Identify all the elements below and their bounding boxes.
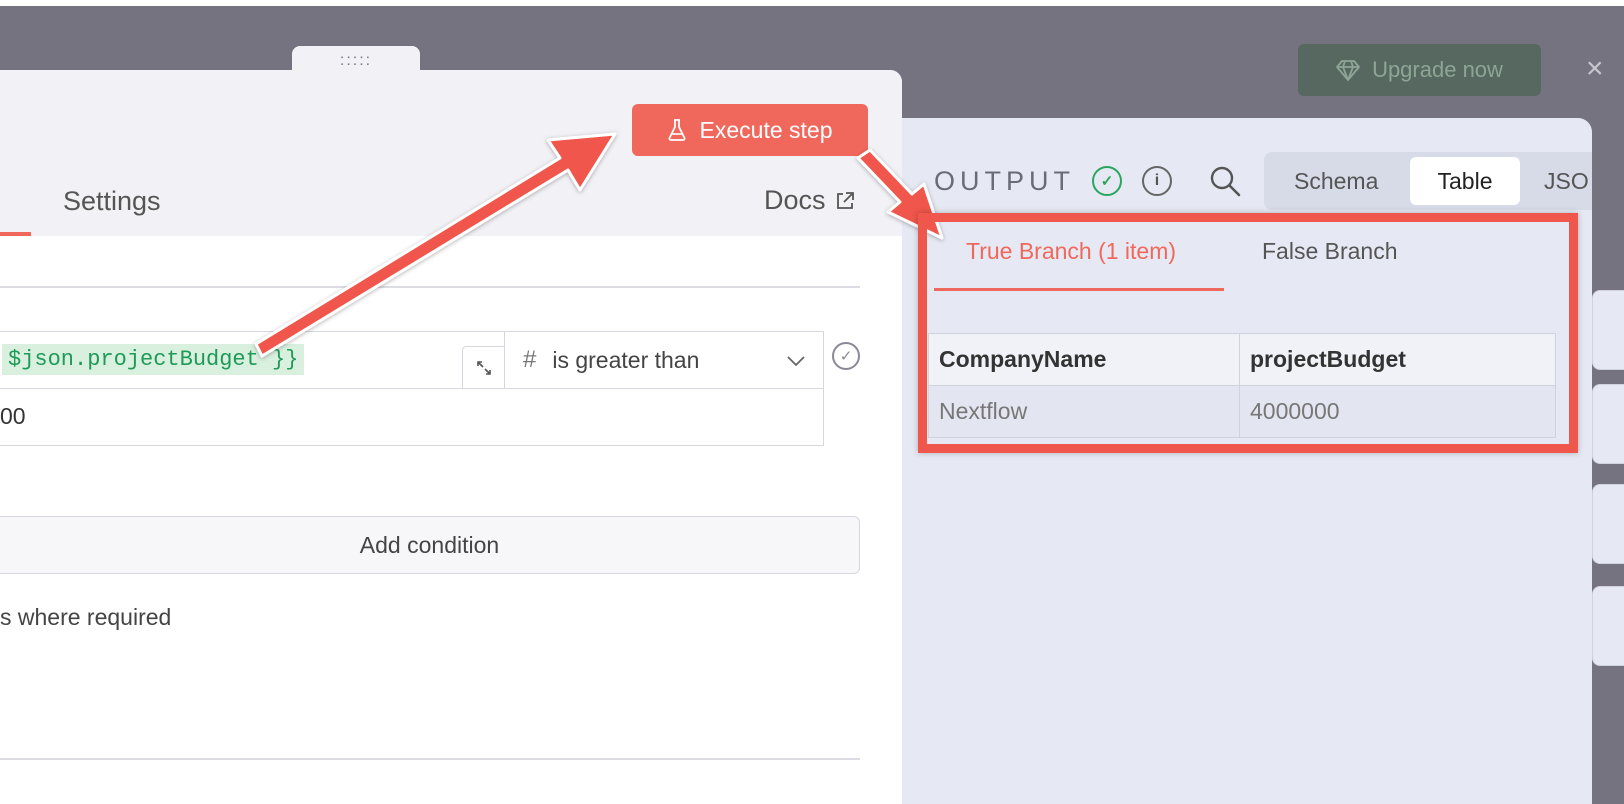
- upgrade-label: Upgrade now: [1372, 57, 1503, 82]
- view-table[interactable]: Table: [1410, 157, 1520, 205]
- flask-icon: [668, 119, 685, 141]
- divider: [0, 286, 860, 288]
- check-circle-icon[interactable]: ✓: [832, 342, 860, 370]
- tab-settings[interactable]: Settings: [63, 186, 161, 217]
- column-header: projectBudget: [1239, 333, 1556, 386]
- external-link-icon: [836, 191, 854, 209]
- execute-step-button[interactable]: Execute step: [632, 104, 868, 156]
- table-cell: 4000000: [1239, 385, 1556, 438]
- expression-text: $json.projectBudget }}: [2, 344, 305, 375]
- info-icon[interactable]: i: [1142, 166, 1172, 196]
- active-tab-indicator: [0, 232, 31, 236]
- tab-false-branch[interactable]: False Branch: [1262, 238, 1398, 265]
- docs-label: Docs: [764, 185, 826, 215]
- gem-icon: [1336, 60, 1360, 81]
- chevron-down-icon: [787, 356, 805, 367]
- view-json[interactable]: JSO: [1544, 152, 1589, 210]
- parameters-header: Execute step Settings Docs: [0, 70, 902, 236]
- output-title: OUTPUT: [934, 166, 1075, 196]
- app-screen: Upgrade now × ::::: Execute step Setting…: [0, 0, 1624, 804]
- number-type-icon: #: [523, 346, 537, 373]
- close-icon[interactable]: ×: [1586, 54, 1604, 84]
- add-condition-button[interactable]: Add condition: [0, 516, 860, 574]
- check-circle-icon: ✓: [1092, 166, 1122, 196]
- option-note: s where required: [0, 604, 172, 630]
- output-panel: OUTPUT ✓ i Schema Table JSO True Branch …: [902, 118, 1592, 804]
- docs-link[interactable]: Docs: [764, 185, 856, 216]
- view-toggle: Schema Table JSO: [1264, 152, 1592, 210]
- side-panel-stub: [1592, 484, 1624, 564]
- parameters-panel: Execute step Settings Docs $json.project…: [0, 70, 902, 804]
- side-panel-stub: [1592, 586, 1624, 666]
- condition-value-1[interactable]: $json.projectBudget }}: [0, 331, 505, 389]
- active-branch-indicator: [934, 288, 1224, 291]
- view-schema[interactable]: Schema: [1294, 152, 1378, 210]
- operator-select[interactable]: # is greater than: [504, 331, 824, 389]
- upgrade-button[interactable]: Upgrade now: [1298, 44, 1541, 96]
- column-header: CompanyName: [928, 333, 1240, 386]
- search-icon[interactable]: [1207, 163, 1243, 199]
- side-panel-stub: [1592, 290, 1624, 370]
- tab-true-branch[interactable]: True Branch (1 item): [966, 238, 1176, 265]
- execute-step-label: Execute step: [699, 116, 833, 143]
- expand-icon: [477, 360, 491, 375]
- condition-value-2[interactable]: 00: [0, 388, 824, 446]
- side-panel-stub: [1592, 384, 1624, 464]
- output-table: CompanyName projectBudget Nextflow 40000…: [928, 333, 1556, 438]
- table-row: Nextflow 4000000: [928, 385, 1556, 438]
- expand-expression-button[interactable]: [462, 346, 506, 389]
- divider: [0, 758, 860, 760]
- table-cell: Nextflow: [928, 385, 1240, 438]
- operator-label: is greater than: [552, 346, 700, 373]
- table-header-row: CompanyName projectBudget: [928, 333, 1556, 386]
